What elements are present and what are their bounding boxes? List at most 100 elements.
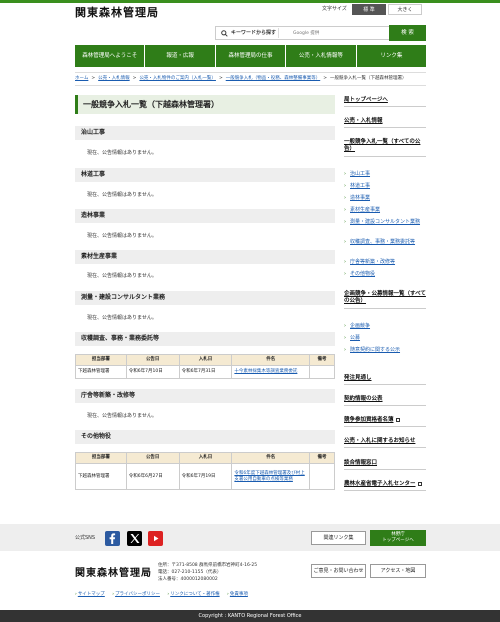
other-table: 担当部署 公告日 入札日 件名 備考 下越森林管理署 令和6年6月27日 令和6…: [75, 452, 335, 490]
sidebar-outlook-link[interactable]: 発注見通し: [344, 375, 426, 386]
copyright: Copyright : KANTO Regional Forest Office: [0, 610, 500, 622]
sidebar-general-link[interactable]: 一般競争入札一覧（すべての公告）: [344, 139, 426, 157]
cell-note: [309, 463, 335, 490]
section-heading: その他物役: [75, 430, 335, 444]
page-title: 一般競争入札一覧（下越森林管理署）: [75, 95, 335, 114]
related-links-button[interactable]: 関連リンク集: [311, 531, 366, 545]
footer-address: 住所：〒371-8508 群馬県前橋市岩神町4-16-25 電話：027-210…: [158, 563, 258, 582]
sidebar-sub-item[interactable]: › その他物役: [344, 271, 426, 278]
footer-link-sitemap[interactable]: サイトマップ: [78, 592, 105, 597]
cell-dept: 下越森林管理署: [75, 463, 127, 490]
table-row: 下越森林管理署 令和6年7月10日 令和6年7月31日 十今素林採集木等調査業務…: [75, 365, 335, 379]
sidebar-planning-link[interactable]: 企画競争・公募情報一覧（すべての公告）: [344, 291, 426, 309]
breadcrumb-home[interactable]: ホーム: [75, 76, 88, 81]
cell-dept: 下越森林管理署: [75, 365, 127, 379]
col-dept: 担当部署: [75, 354, 127, 366]
global-nav: 森林管理局へようこそ 報道・広報 森林管理局の仕事 公売・入札情報等 リンク集: [75, 45, 427, 67]
cell-announce: 令和6年7月10日: [125, 365, 180, 379]
site-logo[interactable]: 関東森林管理局: [75, 6, 159, 20]
footer-link-disclaimer[interactable]: 免責事項: [230, 592, 248, 597]
section-heading: 造林事業: [75, 209, 335, 223]
table-row: 下越森林管理署 令和6年6月27日 令和6年7月19日 令和6年度下越森林管理署…: [75, 463, 335, 490]
footer-links: ›サイトマップ ›プライバシーポリシー ›リンクについて・著作権 ›免責事項: [75, 592, 248, 597]
footer-link-privacy[interactable]: プライバシーポリシー: [115, 592, 160, 597]
nav-links[interactable]: リンク集: [356, 45, 427, 67]
sidebar-sub-item[interactable]: › 林道工事: [344, 183, 426, 190]
col-title: 件名: [231, 354, 311, 366]
breadcrumb-list[interactable]: 公売・入札物件のご案内（入札一覧）: [139, 76, 216, 81]
bid-title-link[interactable]: 十今素林採集木等調査業務委託: [234, 369, 297, 374]
section-heading: 治山工事: [75, 126, 335, 140]
no-info-text: 現在、公告情報はありません。: [87, 315, 157, 321]
sidebar-sub-item[interactable]: › 随意契約に関する公示: [344, 347, 426, 354]
font-size-label: 文字サイズ: [322, 6, 347, 12]
font-size-large-button[interactable]: 大きく: [388, 4, 422, 15]
cell-title: 令和6年度下越森林管理署及び村上支署公用自動車の点検等業務: [231, 463, 311, 490]
font-size-standard-button[interactable]: 標 準: [352, 4, 386, 15]
search-label: キーワードから探す: [231, 30, 277, 36]
col-bid: 入札日: [178, 354, 233, 366]
nav-work[interactable]: 森林管理局の仕事: [215, 45, 287, 67]
sidebar-qualification-link[interactable]: 競争参加資格者名簿: [344, 417, 426, 428]
sidebar-sub-item[interactable]: › 庁舎等新築・改修等: [344, 259, 426, 266]
sidebar-sub-item[interactable]: › 素材生産事業: [344, 207, 426, 214]
x-icon[interactable]: [127, 531, 142, 546]
cell-announce: 令和6年6月27日: [125, 463, 180, 490]
sidebar-sub-item[interactable]: › 企画競争: [344, 323, 426, 330]
footer-link-copyright[interactable]: リンクについて・著作権: [170, 592, 219, 597]
top-accent-line: [0, 0, 500, 3]
breadcrumb-current: 一般競争入札一覧（下越森林管理署）: [330, 76, 407, 81]
col-note: 備考: [309, 354, 335, 366]
no-info-text: 現在、公告情報はありません。: [87, 150, 157, 156]
no-info-text: 現在、公告情報はありません。: [87, 413, 157, 419]
search-input[interactable]: [278, 28, 393, 38]
sidebar-sub-item[interactable]: › 治山工事: [344, 171, 426, 178]
cell-title: 十今素林採集木等調査業務委託: [231, 365, 311, 379]
breadcrumb-bidding[interactable]: 公売・入札情報: [98, 76, 130, 81]
no-info-text: 現在、公告情報はありません。: [87, 233, 157, 239]
sidebar-notice-link[interactable]: 公売・入札に関するお知らせ: [344, 438, 426, 449]
section-heading: 収穫調査、事務・業務委託等: [75, 332, 335, 346]
sidebar-sub-item[interactable]: › 測量・建設コンサルタント業務: [344, 219, 426, 226]
sidebar-sub-item[interactable]: › 造林事業: [344, 195, 426, 202]
survey-table: 担当部署 公告日 入札日 件名 備考 下越森林管理署 令和6年7月10日 令和6…: [75, 354, 335, 379]
access-map-button[interactable]: アクセス・地図: [370, 564, 426, 578]
contact-button[interactable]: ご意見・お問い合わせ: [311, 564, 366, 578]
table-header-row: 担当部署 公告日 入札日 件名 備考: [75, 452, 335, 464]
sidebar-window-link[interactable]: 談合情報窓口: [344, 460, 426, 471]
breadcrumb-general[interactable]: 一般競争入札（物品・役務、森林整備事業等）: [226, 76, 321, 81]
youtube-icon[interactable]: [148, 531, 163, 546]
bid-title-link[interactable]: 令和6年度下越森林管理署及び村上支署公用自動車の点検等業務: [234, 471, 304, 482]
sidebar-sub-item[interactable]: › 収穫調査、事務・業務委託等: [344, 239, 426, 246]
section-heading: 測量・建設コンサルタント業務: [75, 291, 335, 305]
nav-press[interactable]: 報道・広報: [145, 45, 216, 67]
search-button[interactable]: 検 索: [389, 25, 426, 41]
col-bid: 入札日: [178, 452, 233, 464]
sidebar-koubai-link[interactable]: 公売・入札情報: [344, 118, 426, 129]
table-header-row: 担当部署 公告日 入札日 件名 備考: [75, 354, 335, 366]
col-announce: 公告日: [125, 354, 180, 366]
breadcrumb: ホーム > 公売・入札情報 > 公売・入札物件のご案内（入札一覧） > 一般競争入札（物品・…: [75, 72, 426, 86]
col-dept: 担当部署: [75, 452, 127, 464]
sidebar-eprocure-link[interactable]: 農林水産省電子入札センター: [344, 481, 426, 492]
nav-welcome[interactable]: 森林管理局へようこそ: [75, 45, 146, 67]
facebook-icon[interactable]: [105, 531, 120, 546]
search-icon: [221, 30, 228, 37]
sidebar-top-link[interactable]: 局トップページへ: [344, 97, 426, 108]
external-link-icon: [395, 417, 400, 422]
col-title: 件名: [231, 452, 311, 464]
nav-bidding[interactable]: 公売・入札情報等: [286, 45, 357, 67]
col-announce: 公告日: [125, 452, 180, 464]
forestry-agency-button[interactable]: 林野庁 トップページへ: [370, 530, 426, 546]
no-info-text: 現在、公告情報はありません。: [87, 192, 157, 198]
no-info-text: 現在、公告情報はありません。: [87, 273, 157, 279]
cell-bid: 令和6年7月31日: [178, 365, 233, 379]
sidebar-contract-link[interactable]: 契約情報の公表: [344, 396, 426, 407]
section-heading: 庁舎等新築・改修等: [75, 389, 335, 403]
footer-logo: 関東森林管理局: [75, 568, 152, 579]
col-note: 備考: [309, 452, 335, 464]
external-link-icon: [417, 481, 422, 486]
sidebar-sub-item[interactable]: › 公募: [344, 335, 426, 342]
sns-label: 公式SNS: [75, 535, 96, 541]
cell-note: [309, 365, 335, 379]
